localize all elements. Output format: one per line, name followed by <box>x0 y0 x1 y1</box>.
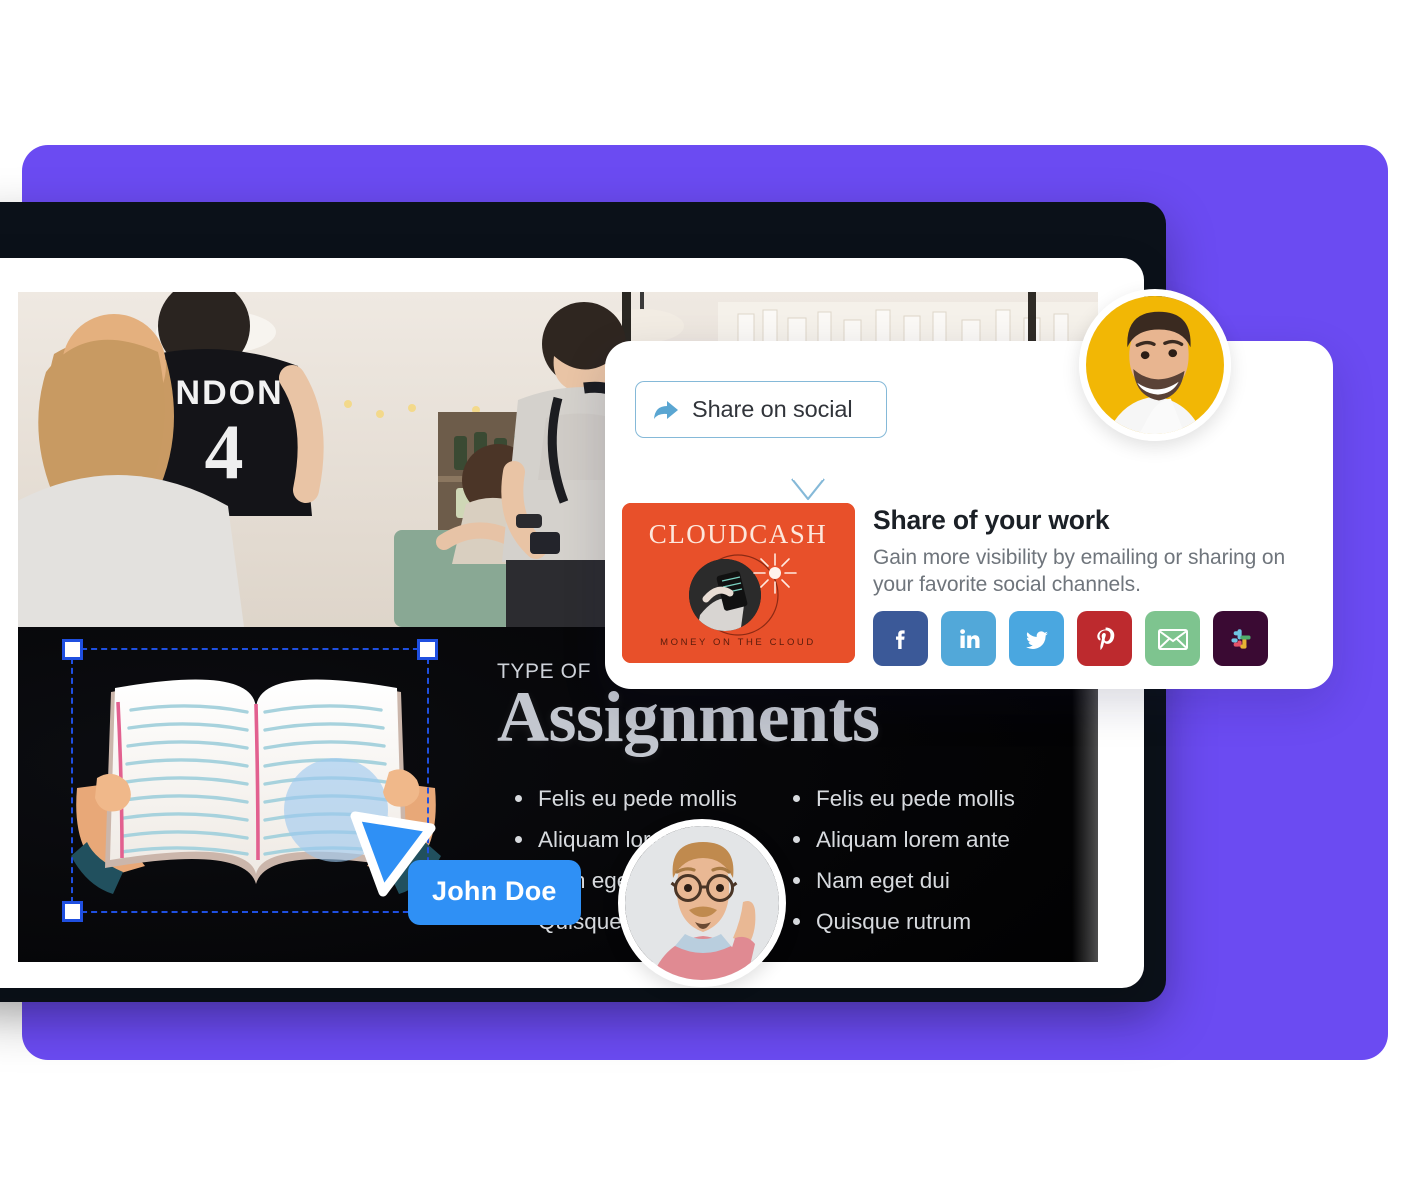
list-item: Quisque rutrum <box>790 906 1080 938</box>
share-description: Gain more visibility by emailing or shar… <box>873 546 1286 596</box>
list-item: Felis eu pede mollis <box>790 783 1080 815</box>
list-item: Felis eu pede mollis <box>512 783 782 815</box>
resize-handle-top-left[interactable] <box>62 639 83 660</box>
shared-work-thumbnail[interactable]: CLOUDCASH MONEY ON THE CLOUD <box>622 503 855 663</box>
share-twitter-button[interactable] <box>1009 611 1064 666</box>
share-email-button[interactable] <box>1145 611 1200 666</box>
twitter-icon <box>1021 623 1053 655</box>
slack-icon <box>1226 624 1256 654</box>
facebook-icon <box>886 624 916 654</box>
envelope-icon <box>1157 626 1189 652</box>
avatar[interactable] <box>618 819 786 987</box>
share-pinterest-button[interactable] <box>1077 611 1132 666</box>
share-facebook-button[interactable] <box>873 611 928 666</box>
linkedin-icon <box>954 624 984 654</box>
collaborator-name-tag: John Doe <box>408 860 581 925</box>
share-on-social-tooltip[interactable]: Share on social <box>635 381 887 501</box>
share-tooltip-label: Share on social <box>692 396 853 422</box>
svg-text:4: 4 <box>205 408 244 495</box>
tooltip-pointer <box>791 476 825 502</box>
list-item: Nam eget dui <box>790 865 1080 897</box>
svg-text:MONEY ON THE CLOUD: MONEY ON THE CLOUD <box>660 637 816 648</box>
share-slack-button[interactable] <box>1213 611 1268 666</box>
resize-handle-bottom-left[interactable] <box>62 901 83 922</box>
pinterest-icon <box>1090 624 1120 654</box>
screenshot-stage: LONDON 4 TYPE OF Assignments Felis eu pe… <box>0 0 1416 1200</box>
social-buttons-row <box>873 611 1268 666</box>
share-title: Share of your work <box>873 505 1110 535</box>
share-arrow-icon <box>652 398 680 422</box>
share-text-block: Share of your work Gain more visibility … <box>873 505 1303 599</box>
svg-text:CLOUDCASH: CLOUDCASH <box>649 519 828 549</box>
slide-bullets-right: Felis eu pede mollis Aliquam lorem ante … <box>790 783 1080 947</box>
resize-handle-top-right[interactable] <box>417 639 438 660</box>
share-linkedin-button[interactable] <box>941 611 996 666</box>
list-item: Aliquam lorem ante <box>790 824 1080 856</box>
avatar[interactable] <box>1079 289 1231 441</box>
